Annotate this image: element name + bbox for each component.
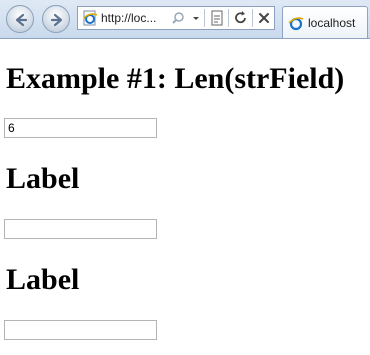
ie-page-icon bbox=[83, 10, 98, 26]
tab-localhost[interactable]: localhost bbox=[282, 6, 368, 38]
back-arrow-icon bbox=[15, 13, 28, 27]
toolbar-divider bbox=[228, 9, 229, 27]
forward-button[interactable] bbox=[42, 5, 70, 33]
label-heading-1: Label bbox=[6, 162, 80, 195]
address-text: http://loc... bbox=[101, 11, 157, 25]
toolbar-divider bbox=[204, 9, 205, 27]
compatibility-view-icon[interactable] bbox=[208, 7, 226, 29]
close-icon[interactable] bbox=[255, 7, 273, 29]
ie-page-icon bbox=[288, 17, 304, 31]
chevron-down-icon[interactable] bbox=[190, 7, 202, 29]
refresh-icon[interactable] bbox=[232, 7, 250, 29]
text-field-1[interactable] bbox=[4, 118, 157, 138]
label-heading-2: Label bbox=[6, 263, 80, 296]
text-field-3[interactable] bbox=[4, 320, 157, 340]
page-title: Example #1: Len(strField) bbox=[6, 62, 345, 95]
back-button[interactable] bbox=[6, 5, 34, 33]
browser-toolbar: http://loc... localhost bbox=[0, 0, 370, 39]
text-field-2[interactable] bbox=[4, 219, 157, 239]
toolbar-divider bbox=[252, 9, 253, 27]
address-bar[interactable]: http://loc... bbox=[77, 6, 275, 30]
forward-arrow-icon bbox=[50, 13, 63, 27]
tab-title: localhost bbox=[308, 16, 356, 30]
search-icon[interactable] bbox=[170, 7, 188, 29]
